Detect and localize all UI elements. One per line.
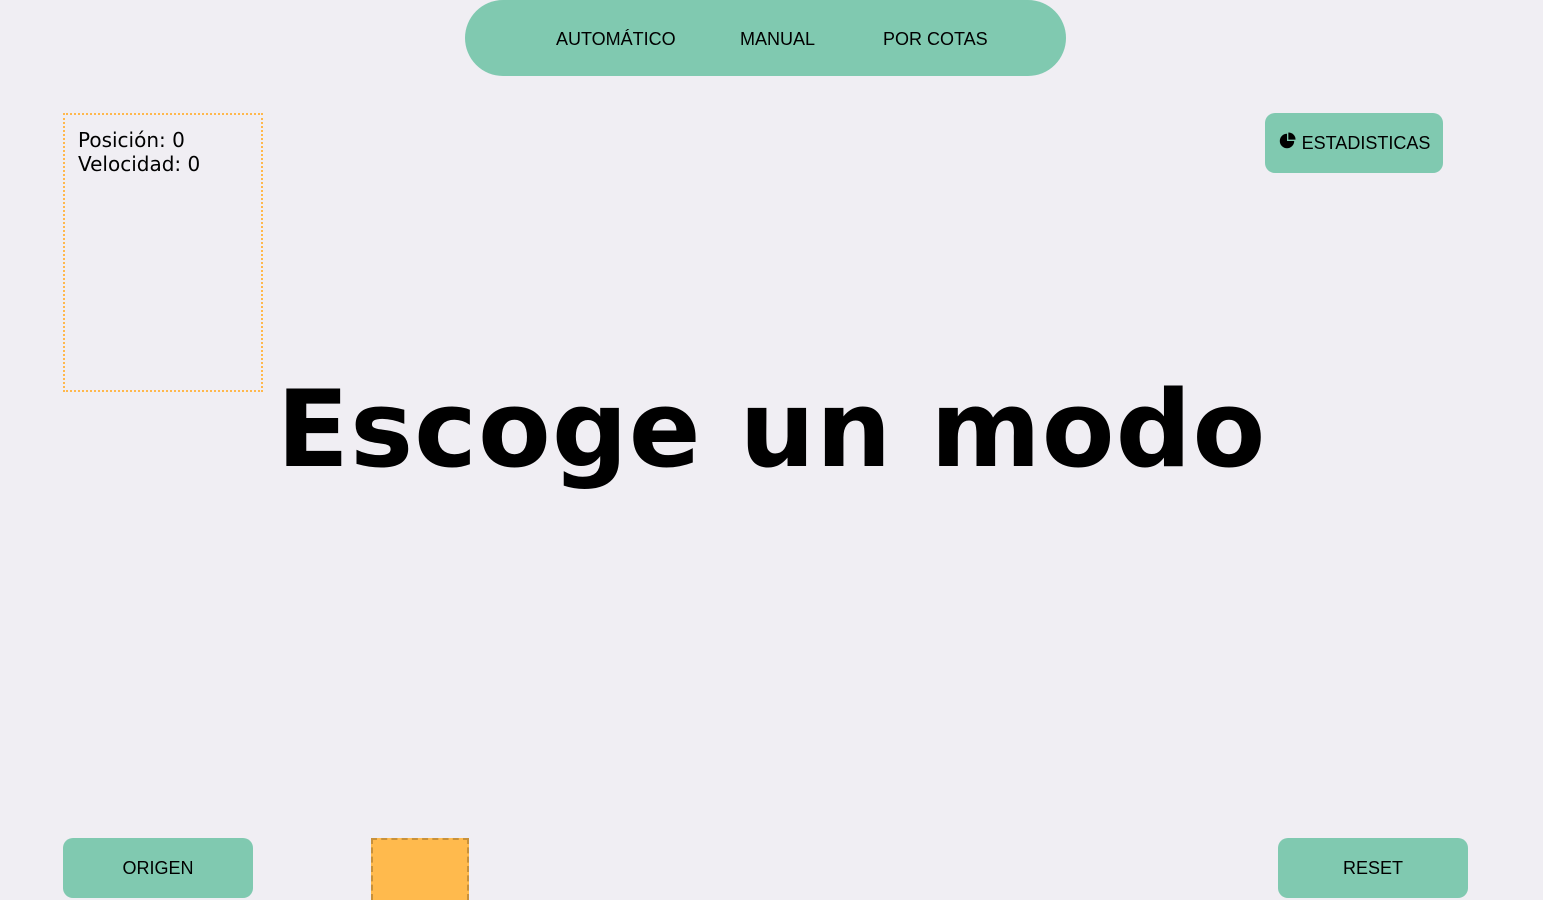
position-value: 0 [172, 128, 185, 152]
mode-manual-button[interactable]: MANUAL [740, 0, 815, 76]
page-title: Escoge un modo [276, 368, 1267, 491]
velocity-value: 0 [187, 152, 201, 176]
pie-chart-icon [1279, 132, 1296, 149]
statistics-button[interactable]: ESTADISTICAS [1265, 113, 1443, 173]
mode-selector-bar: AUTOMÁTICO MANUAL POR COTAS [465, 0, 1066, 76]
status-panel: Posición: 0 Velocidad: 0 [63, 113, 263, 392]
position-label: Posición: [78, 128, 166, 152]
velocity-readout: Velocidad: 0 [78, 152, 261, 176]
origin-button[interactable]: ORIGEN [63, 838, 253, 898]
cart-block [371, 838, 469, 900]
app-stage: AUTOMÁTICO MANUAL POR COTAS Posición: 0 … [0, 0, 1543, 900]
velocity-label: Velocidad: [78, 152, 182, 176]
origin-button-label: ORIGEN [122, 857, 194, 878]
position-readout: Posición: 0 [78, 128, 261, 152]
statistics-button-label: ESTADISTICAS [1301, 132, 1431, 153]
mode-cotas-button[interactable]: POR COTAS [883, 0, 988, 76]
reset-button[interactable]: RESET [1278, 838, 1468, 898]
reset-button-label: RESET [1342, 857, 1403, 878]
mode-automatic-button[interactable]: AUTOMÁTICO [556, 0, 676, 76]
